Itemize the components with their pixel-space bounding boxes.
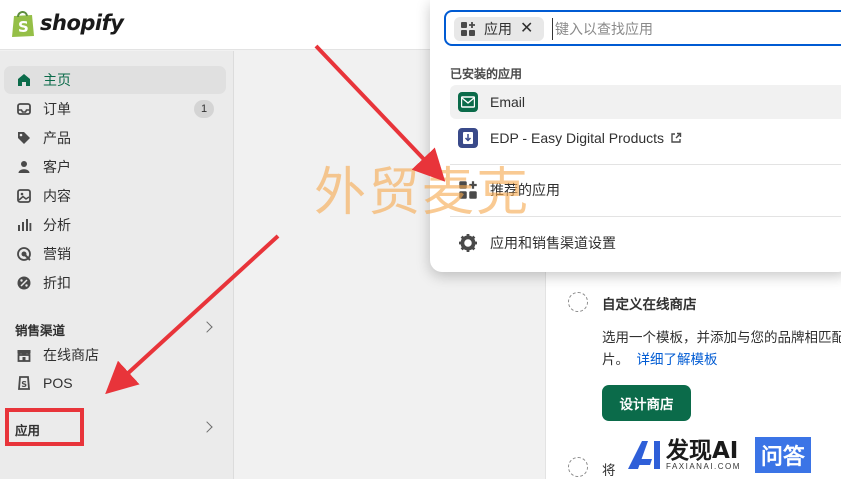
filter-chip-apps[interactable]: 应用 ✕ — [454, 17, 544, 41]
sidebar-item-label: 客户 — [43, 159, 71, 175]
task-description-line2: 片。 — [602, 352, 629, 367]
sidebar-item-label: 主页 — [43, 72, 71, 88]
sidebar-item-label: 在线商店 — [43, 347, 99, 363]
task-description: 选用一个模板，并添加与您的品牌相匹配 片。 详细了解模板 — [602, 327, 841, 371]
design-store-button[interactable]: 设计商店 — [602, 385, 691, 421]
apps-grid-icon — [459, 181, 477, 199]
sidebar-item-orders[interactable]: 订单 1 — [4, 95, 226, 123]
recommended-apps-item[interactable]: 推荐的应用 — [450, 173, 841, 207]
external-link-icon — [671, 132, 682, 143]
ai-logo-icon — [628, 441, 660, 469]
search-input[interactable] — [552, 18, 841, 40]
app-item-edp[interactable]: EDP - Easy Digital Products — [450, 121, 841, 155]
task-title[interactable]: 自定义在线商店 — [602, 293, 697, 313]
task-description-line1: 选用一个模板，并添加与您的品牌相匹配 — [602, 330, 841, 345]
svg-text:S: S — [18, 18, 29, 36]
sidebar-item-label: 营销 — [43, 246, 71, 262]
sidebar-item-pos[interactable]: S POS — [4, 369, 226, 397]
task-status-circle[interactable] — [568, 292, 588, 312]
chevron-right-icon[interactable] — [201, 421, 213, 433]
sidebar-item-online-store[interactable]: 在线商店 — [4, 341, 226, 369]
shopify-bag-icon: S — [12, 11, 34, 37]
home-icon — [18, 74, 30, 86]
faxian-ai-logo: 发现AI FAXIANAI.COM 问答 — [626, 437, 811, 473]
recommended-apps-label: 推荐的应用 — [490, 182, 560, 198]
next-task-title[interactable]: 将 — [602, 459, 616, 479]
image-icon — [17, 189, 31, 203]
shopify-logo[interactable]: S shopify — [10, 8, 124, 38]
sidebar-item-label: 折扣 — [43, 275, 71, 291]
apps-settings-item[interactable]: 应用和销售渠道设置 — [450, 226, 841, 260]
annotation-highlight-box — [5, 408, 84, 446]
app-item-email[interactable]: Email — [450, 85, 841, 119]
person-icon — [18, 161, 30, 173]
faxian-name: 发现AI — [666, 437, 739, 464]
sidebar-item-label: 订单 — [43, 101, 71, 117]
divider — [450, 216, 841, 217]
task-status-circle[interactable] — [568, 457, 588, 477]
learn-templates-link[interactable]: 详细了解模板 — [637, 352, 718, 367]
brand-wordmark: shopify — [40, 11, 124, 35]
apps-grid-icon — [461, 22, 475, 36]
sidebar-item-analytics[interactable]: 分析 — [4, 211, 226, 239]
app-item-label: EDP - Easy Digital Products — [490, 130, 665, 146]
svg-text:S: S — [21, 380, 27, 389]
store-icon — [17, 350, 31, 362]
orders-count-badge: 1 — [194, 100, 214, 118]
sidebar-item-label: 分析 — [43, 217, 71, 233]
qa-badge: 问答 — [754, 437, 811, 473]
app-item-label: Email — [490, 94, 526, 110]
sidebar-item-marketing[interactable]: 营销 — [4, 240, 226, 268]
annotation-arrow — [314, 44, 446, 182]
sidebar-item-label: 内容 — [43, 188, 71, 204]
inbox-icon — [17, 103, 31, 115]
pos-icon: S — [18, 376, 30, 390]
target-icon — [17, 247, 31, 261]
faxian-wordmark: 发现AI FAXIANAI.COM — [666, 437, 741, 471]
edp-app-icon — [458, 128, 478, 148]
sidebar-item-customers[interactable]: 客户 — [4, 153, 226, 181]
bar-chart-icon — [18, 219, 32, 231]
tag-icon — [18, 132, 30, 144]
email-app-icon — [458, 92, 478, 112]
filter-chip-label: 应用 — [484, 21, 512, 37]
divider — [450, 164, 841, 165]
faxian-domain: FAXIANAI.COM — [666, 461, 741, 471]
sidebar-item-content[interactable]: 内容 — [4, 182, 226, 210]
sidebar-item-home[interactable]: 主页 — [4, 66, 226, 94]
chevron-right-icon[interactable] — [201, 321, 213, 333]
sidebar-item-label: POS — [43, 375, 73, 391]
apps-settings-label: 应用和销售渠道设置 — [490, 235, 616, 251]
installed-apps-heading: 已安装的应用 — [450, 67, 523, 81]
close-icon[interactable]: ✕ — [520, 21, 533, 37]
discount-icon — [17, 276, 31, 290]
sidebar-item-discounts[interactable]: 折扣 — [4, 269, 226, 297]
sales-channels-heading[interactable]: 销售渠道 — [15, 320, 65, 339]
search-box[interactable]: 应用 ✕ — [444, 10, 841, 46]
sidebar-item-products[interactable]: 产品 — [4, 124, 226, 152]
sidebar-item-label: 产品 — [43, 130, 71, 146]
gear-icon — [459, 234, 477, 252]
search-popover: 应用 ✕ 已安装的应用 Email EDP - Easy Digital Pro… — [430, 0, 841, 272]
